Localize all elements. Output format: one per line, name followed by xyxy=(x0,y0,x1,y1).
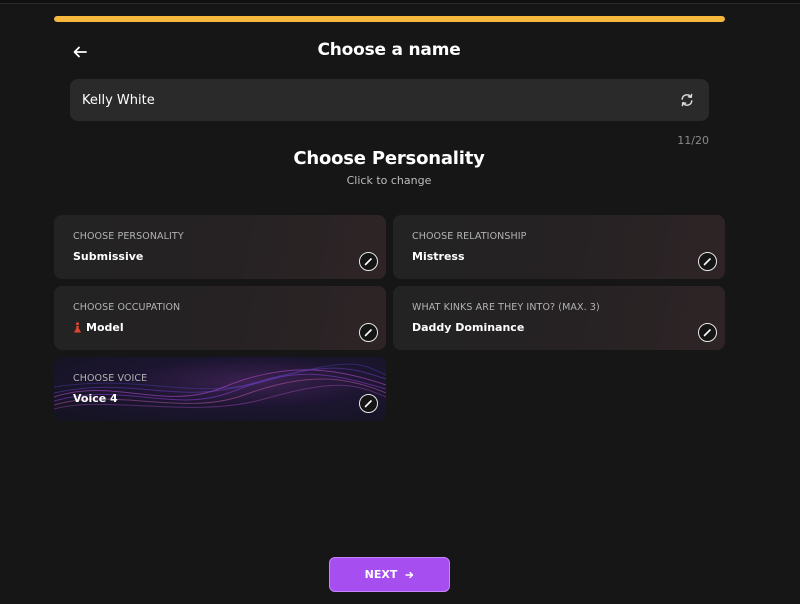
model-figure-icon xyxy=(74,322,81,333)
card-label: CHOOSE RELATIONSHIP xyxy=(412,231,527,242)
pencil-icon xyxy=(703,258,711,266)
occupation-card[interactable]: CHOOSE OCCUPATION Model xyxy=(54,286,386,350)
next-button[interactable]: NEXT xyxy=(329,557,450,592)
sound-wave-background xyxy=(54,363,386,410)
pencil-icon xyxy=(703,329,711,337)
edit-personality-button[interactable] xyxy=(359,252,378,271)
refresh-name-button[interactable] xyxy=(677,90,697,110)
refresh-icon xyxy=(681,93,693,107)
card-value-text: Voice 4 xyxy=(73,392,118,405)
section-subtitle: Click to change xyxy=(346,174,432,187)
pencil-icon xyxy=(364,258,372,266)
personality-card[interactable]: CHOOSE PERSONALITY Submissive xyxy=(54,215,386,279)
card-label: CHOOSE VOICE xyxy=(73,373,148,384)
kinks-card[interactable]: WHAT KINKS ARE THEY INTO? (MAX. 3) Daddy… xyxy=(393,286,725,350)
card-value-text: Mistress xyxy=(412,250,465,263)
card-value-text: Daddy Dominance xyxy=(412,321,525,334)
next-button-label: NEXT xyxy=(364,568,398,581)
window-top-edge xyxy=(0,0,800,4)
pencil-icon xyxy=(364,329,372,337)
page-title: Choose a name xyxy=(317,40,461,60)
name-field xyxy=(70,79,709,121)
name-input[interactable] xyxy=(70,79,677,121)
edit-relationship-button[interactable] xyxy=(698,252,717,271)
arrow-right-icon xyxy=(405,571,414,578)
progress-fill xyxy=(54,16,725,22)
card-value: Model xyxy=(73,321,124,334)
card-value: Voice 4 xyxy=(73,392,118,405)
pencil-icon xyxy=(364,400,372,408)
card-value: Submissive xyxy=(73,250,143,263)
progress-bar xyxy=(54,16,725,22)
edit-voice-button[interactable] xyxy=(359,394,378,413)
relationship-card[interactable]: CHOOSE RELATIONSHIP Mistress xyxy=(393,215,725,279)
card-label: WHAT KINKS ARE THEY INTO? (MAX. 3) xyxy=(412,302,600,313)
card-value-text: Submissive xyxy=(73,250,144,263)
card-value: Daddy Dominance xyxy=(412,321,524,334)
character-count: 11/20 xyxy=(677,134,709,147)
card-label: CHOOSE OCCUPATION xyxy=(73,302,181,313)
card-value-text: Model xyxy=(86,321,124,334)
card-value: Mistress xyxy=(412,250,465,263)
voice-card[interactable]: CHOOSE VOICE Voice 4 xyxy=(54,357,386,421)
create-character-page: Choose a name 11/20 Choose Personality C… xyxy=(0,0,800,604)
edit-occupation-button[interactable] xyxy=(359,323,378,342)
card-label: CHOOSE PERSONALITY xyxy=(73,231,184,242)
edit-kinks-button[interactable] xyxy=(698,323,717,342)
section-title: Choose Personality xyxy=(293,148,485,169)
